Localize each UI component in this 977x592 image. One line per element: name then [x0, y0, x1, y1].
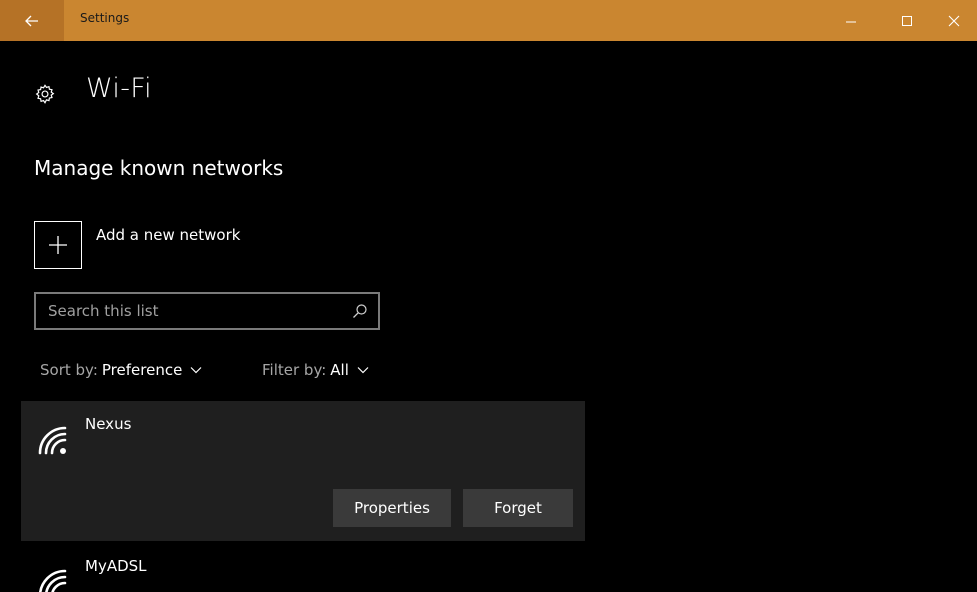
- gear-icon: [35, 84, 55, 104]
- filter-value: All: [330, 361, 349, 379]
- network-name[interactable]: MyADSL: [85, 557, 147, 575]
- chevron-down-icon: [357, 367, 369, 374]
- properties-button[interactable]: Properties: [333, 489, 451, 527]
- network-name: Nexus: [85, 415, 132, 433]
- arrow-left-icon: [25, 15, 38, 26]
- title-bar: Settings: [0, 0, 977, 41]
- section-title: Manage known networks: [34, 156, 284, 180]
- forget-button[interactable]: Forget: [463, 489, 573, 527]
- add-network-button[interactable]: [34, 221, 82, 269]
- plus-icon: [49, 236, 67, 254]
- close-icon: [948, 15, 960, 26]
- maximize-button[interactable]: [884, 0, 930, 41]
- chevron-down-icon: [190, 367, 202, 374]
- sort-value: Preference: [101, 361, 183, 379]
- filter-dropdown[interactable]: Filter by: All: [262, 361, 369, 379]
- page-title: Wi-Fi: [86, 73, 152, 104]
- search-box[interactable]: [34, 292, 380, 330]
- network-item-selected[interactable]: Nexus Properties Forget: [21, 401, 585, 541]
- search-icon[interactable]: [352, 303, 368, 319]
- search-input[interactable]: [48, 294, 338, 328]
- add-network-label[interactable]: Add a new network: [96, 226, 240, 244]
- back-button[interactable]: [0, 0, 64, 41]
- wifi-icon: [39, 569, 67, 592]
- minimize-icon: [846, 21, 856, 22]
- sort-label: Sort by:: [40, 361, 98, 379]
- app-title: Settings: [80, 11, 130, 25]
- close-button[interactable]: [931, 0, 977, 41]
- settings-window: Settings Wi-Fi Manage known networks Add…: [0, 0, 977, 592]
- maximize-icon: [902, 15, 912, 26]
- wifi-icon: [38, 426, 67, 455]
- minimize-button[interactable]: [828, 0, 874, 41]
- filter-label: Filter by:: [262, 361, 327, 379]
- sort-dropdown[interactable]: Sort by: Preference: [40, 361, 202, 379]
